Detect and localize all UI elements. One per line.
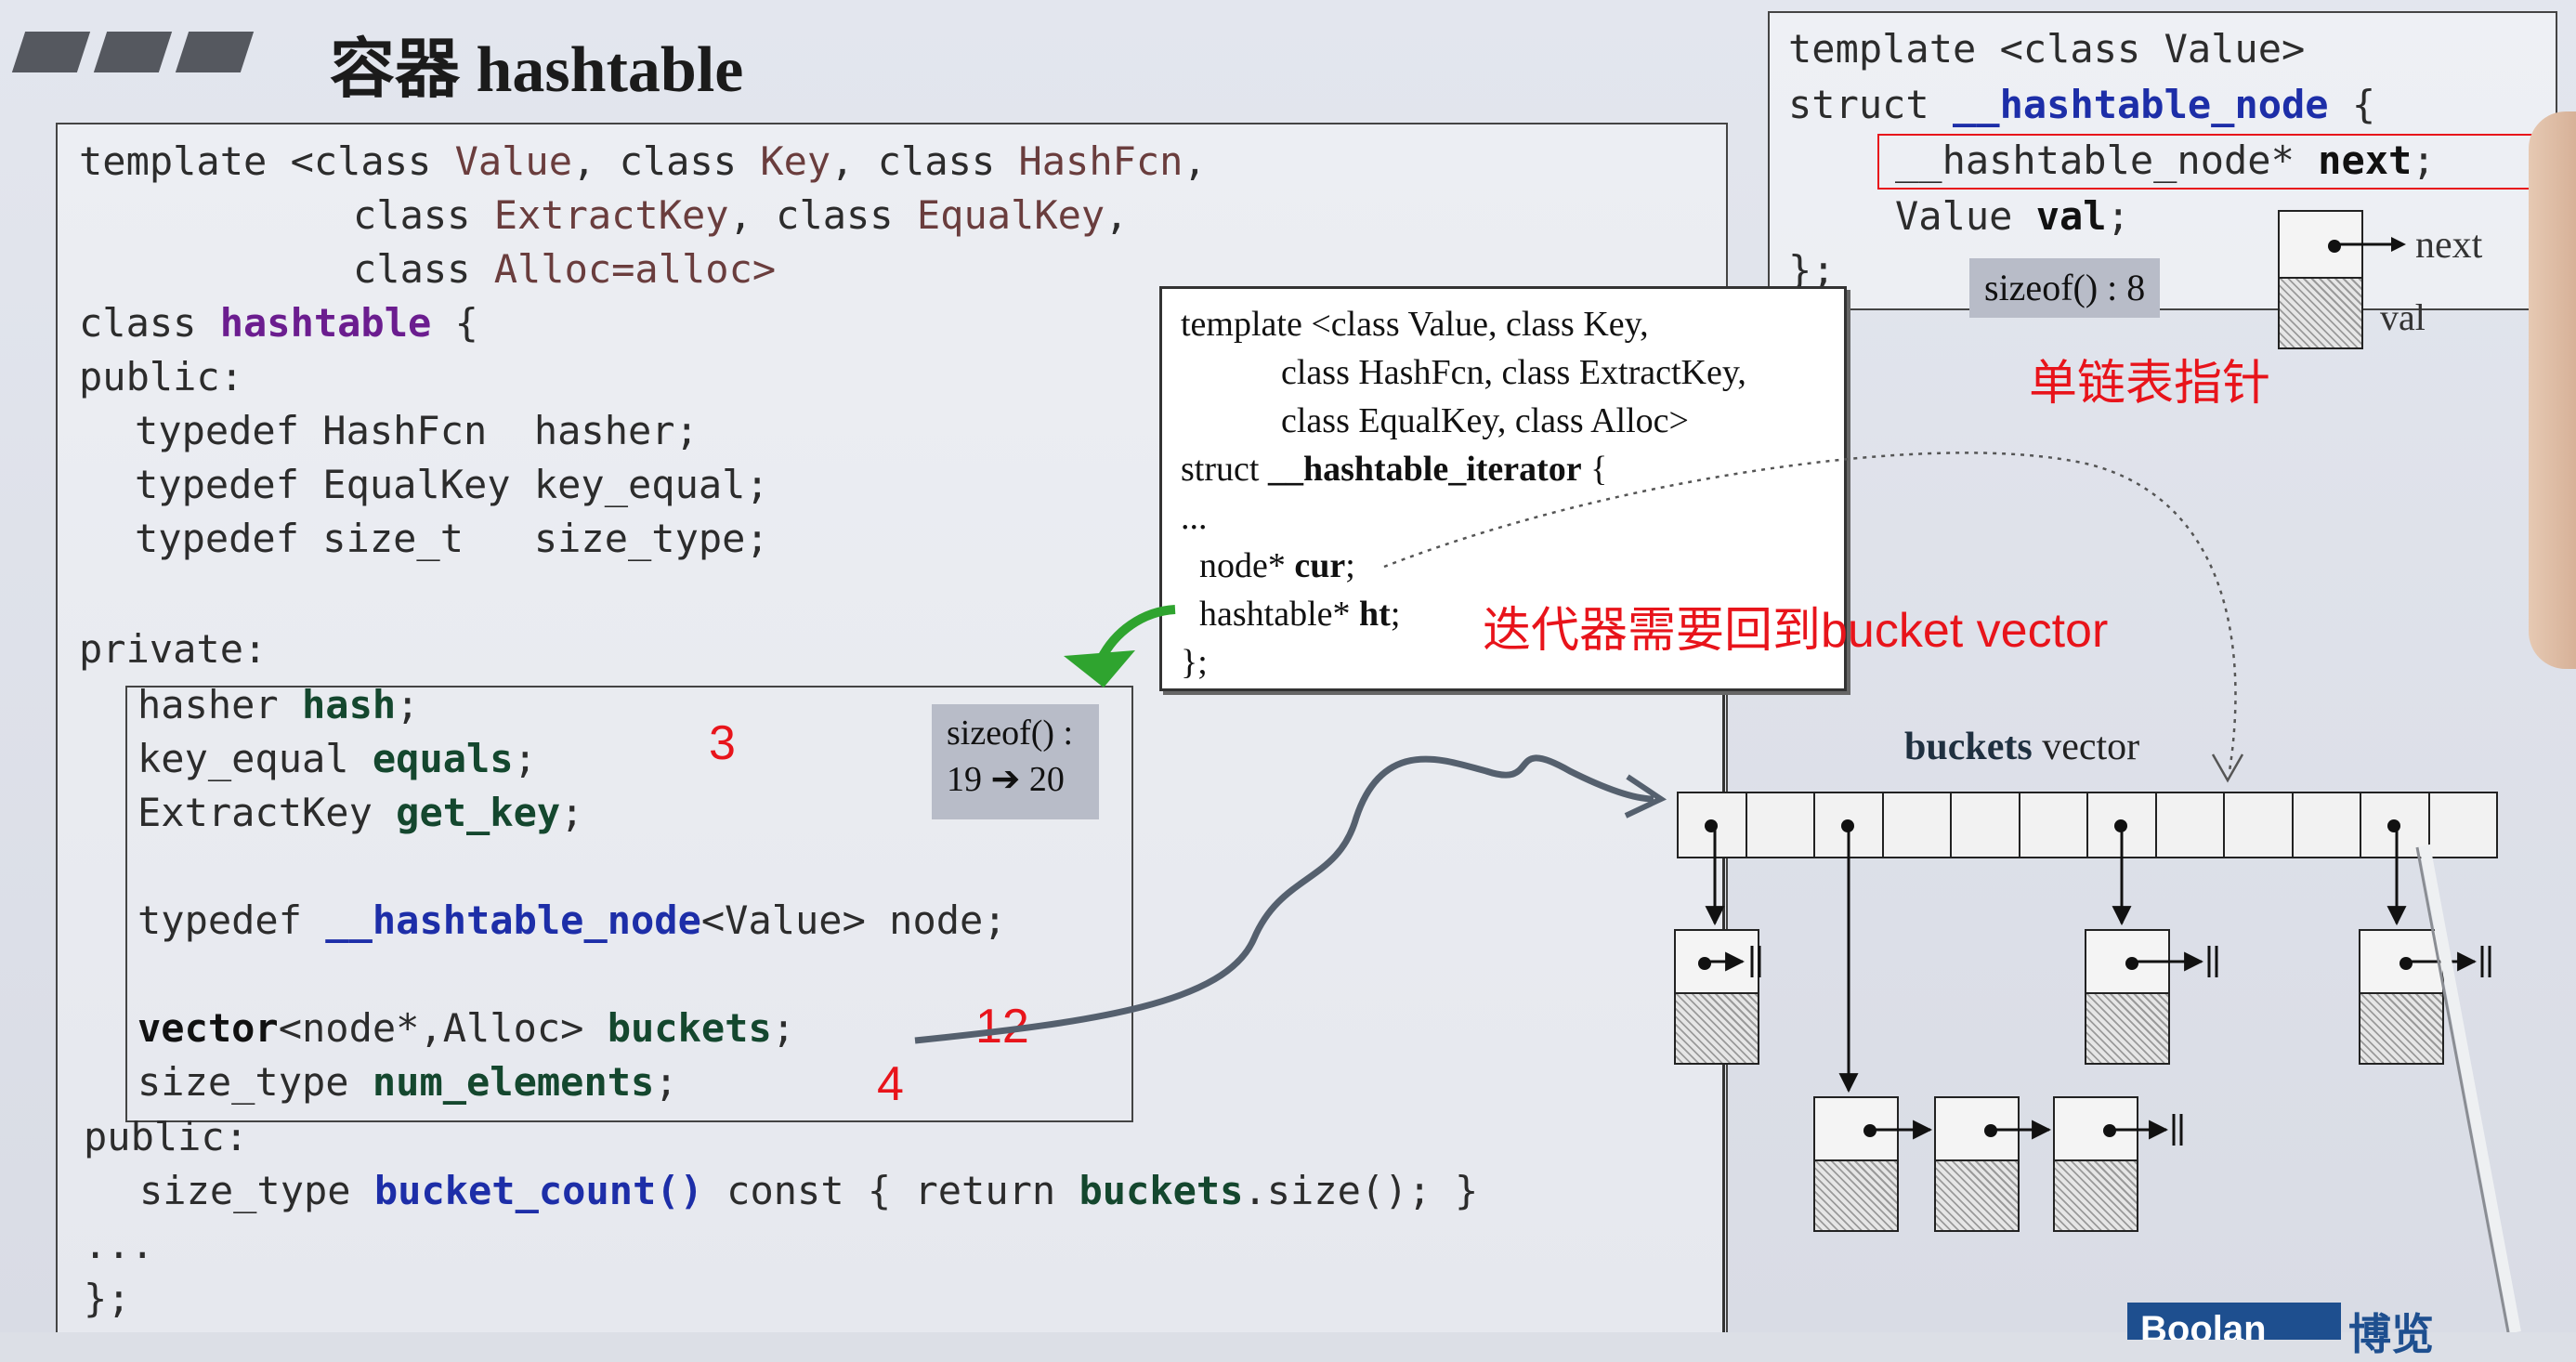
boolan-logo: Boolan <box>2127 1303 2341 1340</box>
diagram-connectors <box>914 452 2521 1332</box>
slide: 容器 hashtable template <class Value, clas… <box>0 0 2576 1358</box>
presenter-silhouette <box>2529 111 2576 669</box>
boolan-logo-chinese: 博览 <box>2348 1310 2434 1358</box>
